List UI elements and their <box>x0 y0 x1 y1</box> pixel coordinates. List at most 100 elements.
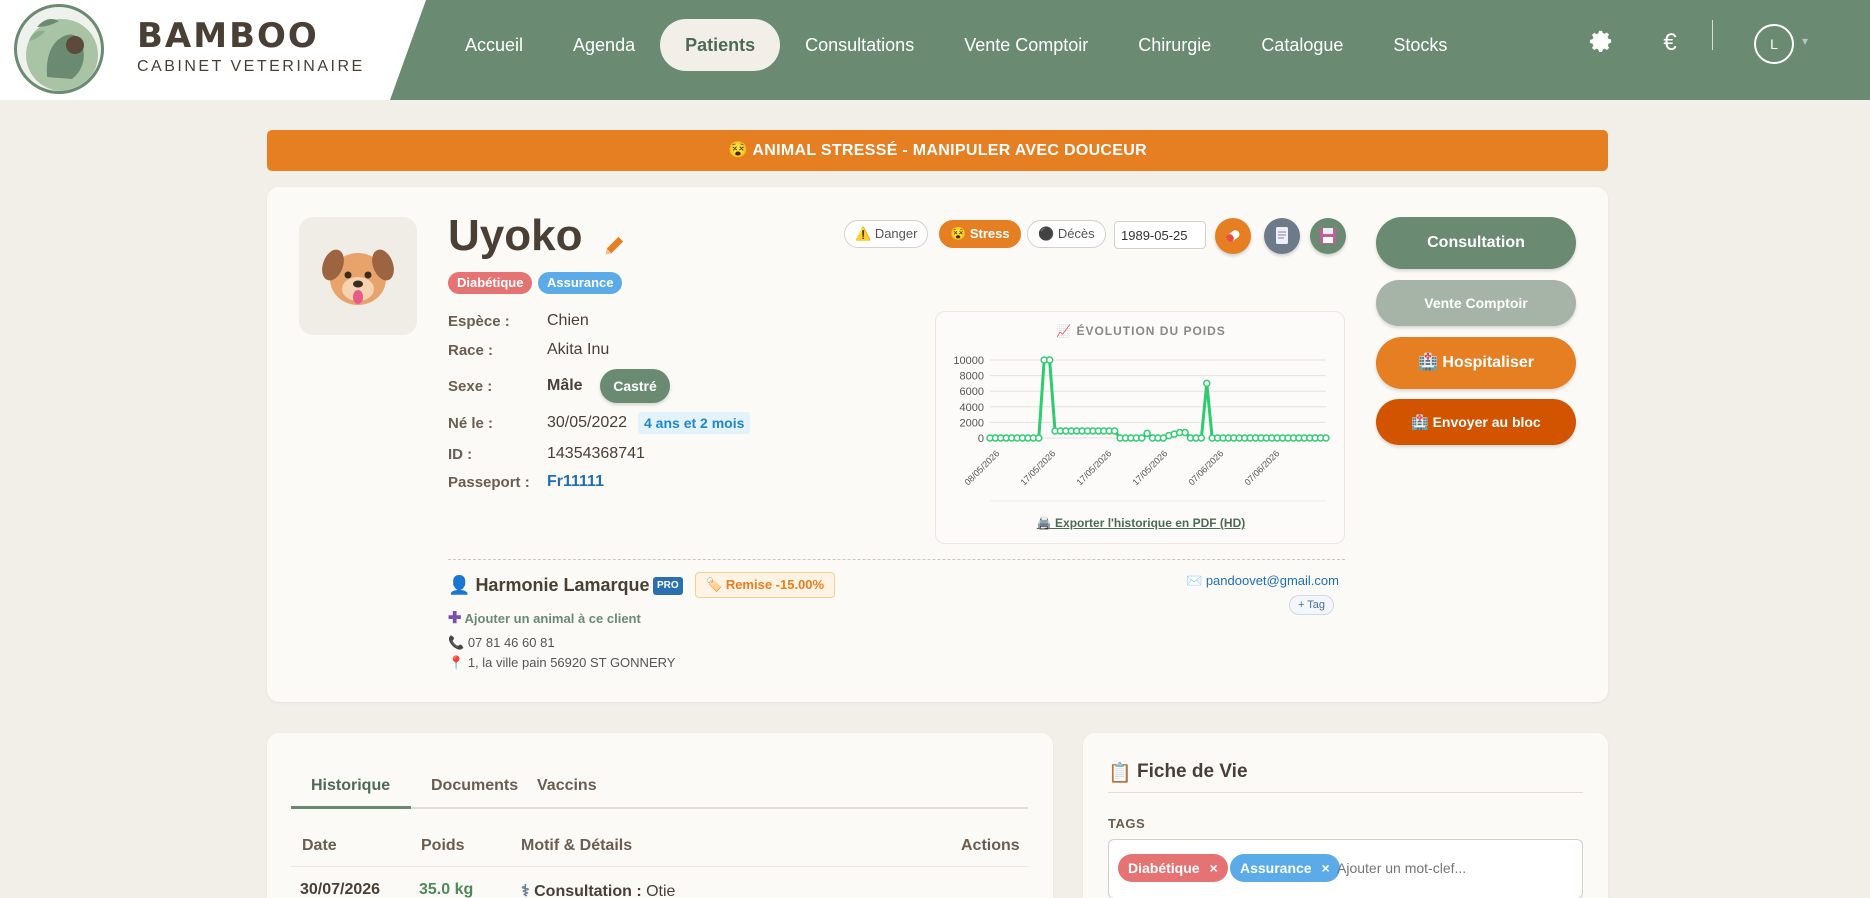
tag-badge-assurance: Assurance <box>538 272 623 294</box>
hospitaliser-button[interactable]: 🏥 Hospitaliser <box>1376 337 1576 389</box>
y-tick-label: 10000 <box>953 355 984 367</box>
owner-name-text: Harmonie Lamarque <box>475 575 650 595</box>
weight-data-point <box>1203 379 1211 388</box>
consultation-button[interactable]: Consultation <box>1376 217 1576 269</box>
hospital-icon: 🏥 <box>1411 414 1429 430</box>
nav-consultations[interactable]: Consultations <box>780 19 939 71</box>
tag-pill-label: Assurance <box>1240 860 1312 876</box>
gear-icon[interactable] <box>1586 28 1616 58</box>
weight-data-point <box>1143 429 1151 438</box>
col-actions: Actions <box>961 837 1020 854</box>
tab-vaccins[interactable]: Vaccins <box>537 777 597 795</box>
person-icon: 👤 <box>448 575 471 595</box>
x-tick-label: 07/06/2026 <box>1186 448 1225 487</box>
user-avatar[interactable]: L <box>1754 24 1794 64</box>
nav-chirurgie[interactable]: Chirurgie <box>1113 19 1236 71</box>
sexe-value: Mâle <box>547 377 583 394</box>
warning-icon: ⚠️ <box>855 226 872 241</box>
castre-toggle[interactable]: Castré <box>600 369 670 403</box>
owner-address: 📍 1, la ville pain 56920 ST GONNERY <box>448 655 675 671</box>
save-button[interactable] <box>1310 218 1346 254</box>
euro-icon[interactable]: € <box>1655 28 1685 58</box>
race-value: Akita Inu <box>547 341 610 358</box>
pet-name: Uyoko <box>448 211 583 260</box>
weight-data-point <box>1197 434 1206 442</box>
envelope-icon: ✉️ <box>1186 573 1203 588</box>
clipboard-icon: 📋 <box>1108 763 1132 784</box>
envoyer-bloc-button[interactable]: 🏥 Envoyer au bloc <box>1376 399 1576 445</box>
weight-data-point <box>1137 434 1146 442</box>
x-tick-label: 17/05/2026 <box>1074 448 1113 487</box>
owner-phone[interactable]: 📞 07 81 46 60 81 <box>448 635 555 651</box>
tags-input-box[interactable]: Diabétique × Assurance × <box>1108 839 1583 898</box>
tab-historique[interactable]: Historique <box>311 777 390 795</box>
add-animal-text: Ajouter un animal à ce client <box>464 611 641 626</box>
y-tick-label: 8000 <box>960 371 984 383</box>
nav-catalogue[interactable]: Catalogue <box>1236 19 1368 71</box>
chart-title: 📈 ÉVOLUTION DU POIDS <box>1056 324 1226 338</box>
id-label: ID : <box>448 446 473 463</box>
nav-patients[interactable]: Patients <box>660 19 781 71</box>
stress-toggle[interactable]: 😵 Stress <box>939 220 1021 248</box>
owner-email[interactable]: ✉️ pandoovet@gmail.com <box>1186 573 1339 589</box>
pencil-icon[interactable] <box>601 231 629 259</box>
document-button[interactable] <box>1264 218 1300 254</box>
tag-pill-assurance: Assurance × <box>1230 854 1340 882</box>
weight-chart: 0 2000 4000 6000 8000 10000 08/05/2026 17/05/20… <box>935 311 1345 544</box>
weight-data-point <box>1045 356 1054 364</box>
weight-data-point <box>1110 427 1119 435</box>
sexe-label: Sexe : <box>448 378 493 395</box>
pro-badge: PRO <box>653 577 683 595</box>
col-motif: Motif & Détails <box>521 837 633 854</box>
weight-data-point <box>1035 434 1043 442</box>
stress-label: Stress <box>969 226 1010 241</box>
deces-toggle[interactable]: ⚫ Décès <box>1027 220 1106 248</box>
tags-label: TAGS <box>1108 816 1146 831</box>
pin-icon: 📍 <box>448 655 465 670</box>
table-divider <box>291 866 1028 867</box>
x-tick-label: 17/05/2026 <box>1130 448 1169 487</box>
x-tick-label: 17/05/2026 <box>1018 448 1057 487</box>
plus-icon: ✚ <box>448 610 462 627</box>
x-tick-label: 08/05/2026 <box>962 448 1001 487</box>
tab-documents[interactable]: Documents <box>431 777 518 795</box>
nav-divider <box>1712 20 1713 50</box>
pet-avatar[interactable] <box>299 217 417 335</box>
danger-toggle[interactable]: ⚠️ Danger <box>844 220 929 248</box>
passeport-value[interactable]: Fr11111 <box>547 473 604 491</box>
tag-pill-diabetique: Diabétique × <box>1118 854 1228 882</box>
tag-keyword-input[interactable] <box>1337 860 1537 876</box>
stress-alert-banner: 😵 ANIMAL STRESSÉ - MANIPULER AVEC DOUCEU… <box>267 130 1608 171</box>
logo-area[interactable]: BAMBOO CABINET VETERINAIRE <box>0 0 426 100</box>
vente-comptoir-button[interactable]: Vente Comptoir <box>1376 280 1576 326</box>
top-navbar: BAMBOO CABINET VETERINAIRE Accueil Agend… <box>0 0 1870 100</box>
nav-stocks[interactable]: Stocks <box>1368 19 1472 71</box>
chevron-down-icon[interactable]: ▾ <box>1802 34 1808 48</box>
owner-name[interactable]: 👤 Harmonie Lamarque <box>448 575 650 596</box>
y-tick-label: 0 <box>978 433 984 445</box>
nav-agenda[interactable]: Agenda <box>548 19 660 71</box>
stethoscope-icon: ⚕ <box>521 883 530 898</box>
nav-accueil[interactable]: Accueil <box>440 19 548 71</box>
address-text: 1, la ville pain 56920 ST GONNERY <box>467 655 676 670</box>
deces-date-input[interactable] <box>1114 221 1206 249</box>
history-tabs: Historique Documents Vaccins <box>291 769 1028 809</box>
nav-vente-comptoir[interactable]: Vente Comptoir <box>939 19 1113 71</box>
race-label: Race : <box>448 342 494 359</box>
export-pdf-link[interactable]: 🖨️ Exporter l'historique en PDF (HD) <box>936 516 1346 530</box>
y-tick-label: 4000 <box>960 402 984 414</box>
fiche-divider <box>1108 792 1583 793</box>
close-icon[interactable]: × <box>1209 860 1217 876</box>
remise-text: Remise -15.00% <box>725 577 825 592</box>
hospitaliser-label: Hospitaliser <box>1442 354 1534 371</box>
weight-chart-svg: 0 2000 4000 6000 8000 10000 08/05/2026 17/05/20… <box>953 355 1330 502</box>
close-icon[interactable]: × <box>1321 860 1329 876</box>
deces-label: Décès <box>1057 226 1095 241</box>
add-animal-link[interactable]: ✚ Ajouter un animal à ce client <box>448 608 641 628</box>
pill-button[interactable] <box>1215 218 1251 254</box>
weight-series-line <box>990 358 1326 440</box>
row-motif-text: Otie <box>646 883 676 898</box>
add-tag-button[interactable]: + Tag <box>1289 595 1335 615</box>
pill-icon <box>1226 230 1240 242</box>
row-motif: ⚕ Consultation : Otie <box>521 881 675 898</box>
